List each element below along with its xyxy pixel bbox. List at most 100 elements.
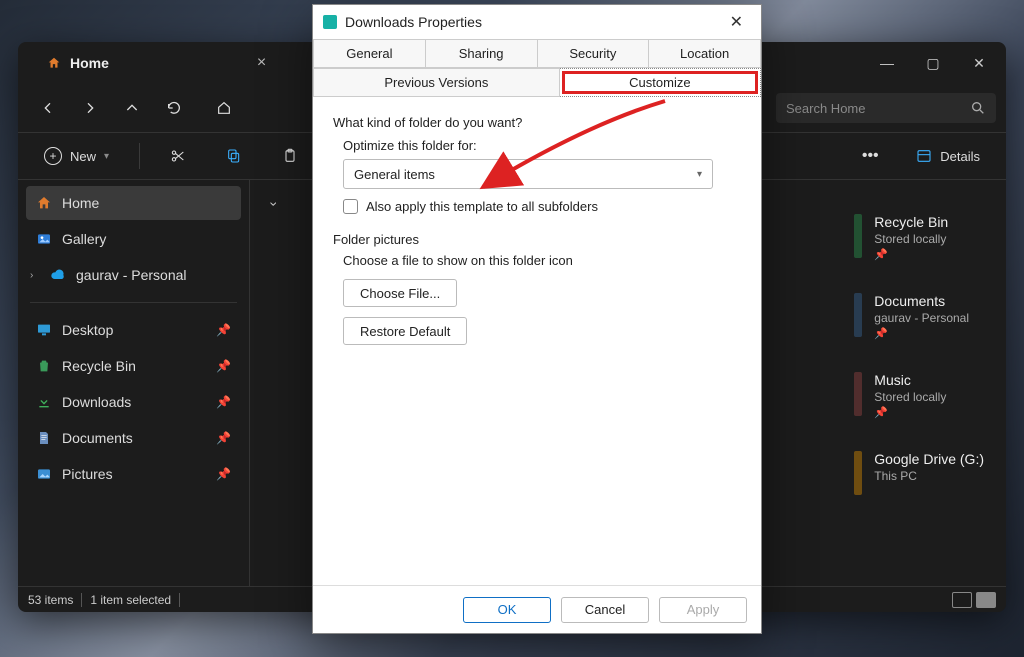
- document-icon: [36, 430, 52, 446]
- tab-close-icon[interactable]: ×: [257, 54, 266, 72]
- search-placeholder: Search Home: [786, 101, 865, 116]
- tab-previous-versions[interactable]: Previous Versions: [313, 68, 560, 97]
- home-icon: [36, 195, 52, 211]
- recycle-icon: [36, 358, 52, 374]
- sidebar-item-label: Gallery: [62, 231, 106, 247]
- sidebar-item-pictures[interactable]: Pictures 📌: [26, 457, 241, 491]
- ellipsis-icon: •••: [862, 147, 879, 165]
- pin-icon: 📌: [216, 467, 231, 481]
- chevron-down-icon: ▾: [697, 169, 702, 180]
- item-title: Documents: [874, 293, 969, 309]
- window-close-button[interactable]: ✕: [956, 42, 1002, 84]
- home-icon: [46, 56, 62, 70]
- folder-icon: [323, 15, 337, 29]
- explorer-tab-home[interactable]: Home ×: [32, 48, 280, 78]
- sidebar-item-gallery[interactable]: Gallery: [26, 222, 241, 256]
- restore-default-button[interactable]: Restore Default: [343, 317, 467, 345]
- sidebar-item-onedrive[interactable]: › gaurav - Personal: [26, 258, 241, 292]
- copy-button[interactable]: [216, 139, 252, 173]
- download-icon: [36, 394, 52, 410]
- sidebar-item-label: gaurav - Personal: [76, 267, 187, 283]
- apply-subfolders-checkbox[interactable]: [343, 199, 358, 214]
- cancel-button[interactable]: Cancel: [561, 597, 649, 623]
- status-selection: 1 item selected: [90, 593, 171, 607]
- details-view-button[interactable]: Details: [906, 139, 990, 173]
- pin-icon: 📌: [874, 248, 948, 261]
- sidebar-item-downloads[interactable]: Downloads 📌: [26, 385, 241, 419]
- dialog-titlebar[interactable]: Downloads Properties ✕: [313, 5, 761, 39]
- view-grid-button[interactable]: [976, 592, 996, 608]
- ok-button[interactable]: OK: [463, 597, 551, 623]
- details-icon: [916, 148, 932, 164]
- dialog-tabs-row2: Previous Versions Customize: [313, 68, 761, 97]
- paste-button[interactable]: [272, 139, 308, 173]
- quick-access-item[interactable]: Recycle Bin Stored locally 📌: [854, 214, 984, 261]
- quick-access-item[interactable]: Documents gaurav - Personal 📌: [854, 293, 984, 340]
- item-title: Google Drive (G:): [874, 451, 984, 467]
- sidebar-item-label: Pictures: [62, 466, 113, 482]
- sidebar-item-home[interactable]: Home: [26, 186, 241, 220]
- new-button[interactable]: + New ▾: [34, 139, 119, 173]
- refresh-icon: [166, 100, 182, 116]
- sidebar-item-desktop[interactable]: Desktop 📌: [26, 313, 241, 347]
- details-label: Details: [940, 149, 980, 164]
- search-input[interactable]: Search Home: [776, 93, 996, 123]
- window-maximize-button[interactable]: ▢: [910, 42, 956, 84]
- group-folder-kind-label: What kind of folder do you want?: [333, 115, 745, 130]
- chevron-down-icon: ▾: [104, 151, 109, 162]
- gallery-icon: [36, 231, 52, 247]
- pin-icon: 📌: [216, 431, 231, 445]
- folder-pictures-sublabel: Choose a file to show on this folder ico…: [343, 253, 745, 268]
- dialog-title: Downloads Properties: [345, 14, 482, 30]
- window-minimize-button[interactable]: —: [864, 42, 910, 84]
- nav-up-button[interactable]: [112, 90, 152, 126]
- more-button[interactable]: •••: [852, 139, 888, 173]
- tab-customize[interactable]: Customize: [560, 68, 761, 97]
- ribbon-separator: [139, 143, 140, 169]
- sidebar-item-label: Downloads: [62, 394, 131, 410]
- optimize-dropdown[interactable]: General items ▾: [343, 159, 713, 189]
- sidebar-separator: [30, 302, 237, 303]
- tab-sharing[interactable]: Sharing: [426, 39, 538, 68]
- pin-icon: 📌: [216, 323, 231, 337]
- dialog-close-button[interactable]: ✕: [722, 8, 751, 36]
- folder-thumb-icon: [854, 214, 862, 258]
- dialog-tabs-row1: General Sharing Security Location: [313, 39, 761, 68]
- nav-refresh-button[interactable]: [154, 90, 194, 126]
- item-subtitle: Stored locally: [874, 390, 946, 404]
- plus-icon: +: [44, 147, 62, 165]
- item-subtitle: gaurav - Personal: [874, 311, 969, 325]
- cut-button[interactable]: [160, 139, 196, 173]
- explorer-tab-label: Home: [70, 55, 109, 71]
- sidebar-item-label: Home: [62, 195, 99, 211]
- dialog-footer: OK Cancel Apply: [313, 585, 761, 633]
- copy-icon: [226, 148, 242, 164]
- status-separator: [179, 593, 180, 607]
- quick-access-item[interactable]: Google Drive (G:) This PC: [854, 451, 984, 495]
- folder-thumb-icon: [854, 293, 862, 337]
- chevron-right-icon: ›: [30, 270, 40, 281]
- sidebar-item-label: Recycle Bin: [62, 358, 136, 374]
- tab-location[interactable]: Location: [649, 39, 761, 68]
- choose-file-button[interactable]: Choose File...: [343, 279, 457, 307]
- address-home-button[interactable]: [204, 90, 244, 126]
- section-chevron-icon[interactable]: ›: [266, 202, 282, 207]
- arrow-right-icon: [82, 100, 98, 116]
- clipboard-icon: [282, 148, 298, 164]
- item-subtitle: Stored locally: [874, 232, 948, 246]
- quick-access-item[interactable]: Music Stored locally 📌: [854, 372, 984, 419]
- pin-icon: 📌: [216, 395, 231, 409]
- tab-security[interactable]: Security: [538, 39, 650, 68]
- nav-forward-button[interactable]: [70, 90, 110, 126]
- apply-subfolders-label: Also apply this template to all subfolde…: [366, 199, 598, 214]
- desktop-icon: [36, 322, 52, 338]
- sidebar-item-documents[interactable]: Documents 📌: [26, 421, 241, 455]
- apply-button[interactable]: Apply: [659, 597, 747, 623]
- nav-back-button[interactable]: [28, 90, 68, 126]
- arrow-left-icon: [40, 100, 56, 116]
- tab-general[interactable]: General: [313, 39, 426, 68]
- view-list-button[interactable]: [952, 592, 972, 608]
- status-item-count: 53 items: [28, 593, 73, 607]
- sidebar-item-recycle[interactable]: Recycle Bin 📌: [26, 349, 241, 383]
- home-outline-icon: [216, 100, 232, 116]
